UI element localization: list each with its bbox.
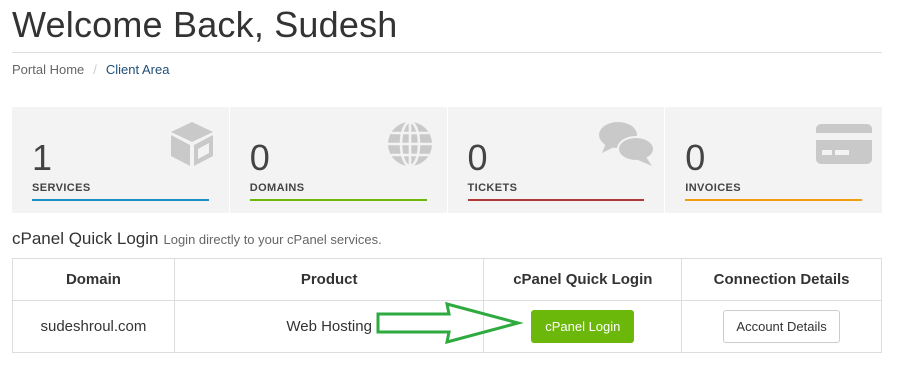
title-divider [12,52,882,53]
tickets-label: TICKETS [467,182,518,194]
services-count: 1 [32,137,53,178]
column-cpanel-quick-login: cPanel Quick Login [483,258,683,301]
domain-cell: sudeshroul.com [12,300,175,353]
cube-icon [167,119,217,169]
chat-bubbles-icon [598,119,656,169]
invoices-count: 0 [685,137,706,178]
services-label: SERVICES [32,182,91,194]
domains-label: DOMAINS [249,182,305,194]
column-connection-details: Connection Details [681,258,882,301]
cpanel-login-button[interactable]: cPanel Login [531,310,635,343]
breadcrumb-client-area: Client Area [105,62,170,77]
tile-services[interactable]: 1 SERVICES [12,107,230,213]
cpanel-subheading: Login directly to your cPanel services. [163,232,382,247]
breadcrumb: Portal Home / Client Area [12,62,169,77]
cpanel-quick-login-table: Domain Product cPanel Quick Login Connec… [12,258,882,353]
domains-accent-bar [249,199,427,201]
cpanel-section-heading: cPanel Quick Login Login directly to you… [12,229,382,249]
table-header-row: Domain Product cPanel Quick Login Connec… [12,258,882,301]
cpanel-heading: cPanel Quick Login [12,229,159,248]
invoices-label: INVOICES [685,182,742,194]
breadcrumb-separator: / [93,62,97,77]
account-details-button[interactable]: Account Details [723,310,840,343]
globe-icon [385,119,435,169]
tile-tickets[interactable]: 0 TICKETS [448,107,666,213]
details-cell: Account Details [681,300,882,353]
services-accent-bar [32,199,209,201]
breadcrumb-portal-home[interactable]: Portal Home [12,62,84,77]
credit-card-icon [816,119,872,169]
stats-tiles: 1 SERVICES 0 DOMAINS 0 TICKETS 0 INVOICE… [12,107,882,213]
tickets-accent-bar [467,199,645,201]
tile-domains[interactable]: 0 DOMAINS [230,107,448,213]
domains-count: 0 [249,137,270,178]
product-cell: Web Hosting [173,300,485,353]
column-domain: Domain [12,258,175,301]
column-product: Product [173,258,485,301]
invoices-accent-bar [685,199,862,201]
table-row: sudeshroul.com Web Hosting cPanel Login … [12,300,882,353]
tile-invoices[interactable]: 0 INVOICES [665,107,882,213]
tickets-count: 0 [467,137,488,178]
login-cell: cPanel Login [483,300,683,353]
page-title: Welcome Back, Sudesh [12,4,398,45]
